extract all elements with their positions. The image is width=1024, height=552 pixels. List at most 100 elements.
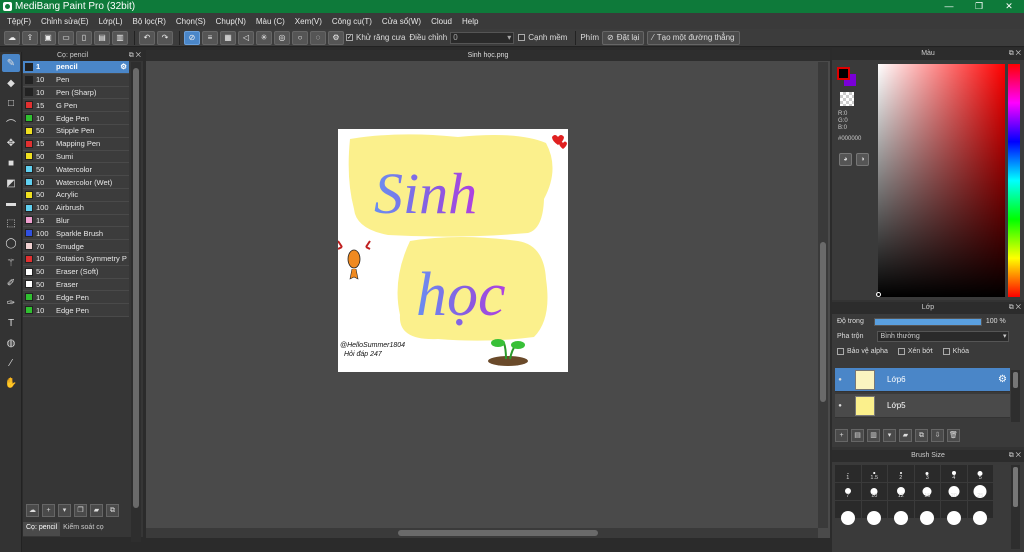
layer-row[interactable]: ● Lớp5	[835, 394, 1010, 418]
brush-item[interactable]: 15 Blur	[23, 214, 129, 228]
palette-icon[interactable]: ◕	[839, 153, 852, 166]
scroll-thumb[interactable]	[133, 68, 139, 508]
circle-snap-icon[interactable]: ○	[292, 30, 308, 45]
brush-size-cell[interactable]: 10	[861, 483, 887, 500]
menu-layer[interactable]: Lớp(L)	[99, 17, 123, 26]
tab-brush[interactable]: Cọ: pencil	[23, 522, 61, 536]
move-tool-icon[interactable]: ✥	[2, 134, 20, 152]
layer-menu-icon[interactable]: ▾	[883, 429, 896, 442]
eyedropper-icon[interactable]: ⁄	[2, 354, 20, 372]
menu-select[interactable]: Chọn(S)	[176, 17, 206, 26]
new-document-icon[interactable]: ▯	[76, 30, 92, 45]
menu-view[interactable]: Xem(V)	[295, 17, 322, 26]
menu-color[interactable]: Màu (C)	[256, 17, 285, 26]
new-1bit-layer-icon[interactable]: ▥	[867, 429, 880, 442]
artboard[interactable]: Sinh học @HelloSummer1804 Hỏi đáp 247	[338, 129, 568, 372]
antialias-checkbox[interactable]: ✓ Khử răng cưa	[346, 33, 405, 42]
vanishing-snap-icon[interactable]: ◁	[238, 30, 254, 45]
undo-icon[interactable]: ↶	[139, 30, 155, 45]
color-marker[interactable]	[876, 292, 881, 297]
brush-size-cell[interactable]: 20	[941, 483, 967, 500]
blend-mode-select[interactable]: Bình thường	[877, 331, 1010, 342]
brush-size-cell[interactable]	[861, 501, 887, 525]
menu-window[interactable]: Cửa sổ(W)	[382, 17, 421, 26]
reset-button[interactable]: ⊘ Đặt lại	[602, 30, 645, 45]
brush-size-cell[interactable]: 1.5	[861, 465, 887, 482]
panel-controls-icon[interactable]: ⧉ ✕	[1009, 450, 1021, 462]
brush-item[interactable]: 1 pencil ⚙	[23, 61, 129, 74]
minimize-button[interactable]: —	[934, 0, 964, 13]
hand-tool-icon[interactable]: ✋	[2, 374, 20, 392]
canvas-horizontal-scrollbar[interactable]	[146, 528, 818, 538]
brush-size-cell[interactable]: 25	[967, 483, 993, 500]
duplicate-icon[interactable]: ⧉	[106, 503, 119, 517]
panel-controls-icon[interactable]: ⧉ ✕	[1009, 302, 1021, 314]
dot-tool-icon[interactable]: □	[2, 94, 20, 112]
protect-alpha-checkbox[interactable]: Bảo vệ alpha	[837, 348, 888, 355]
divide-tool-icon[interactable]: ◍	[2, 334, 20, 352]
brush-item[interactable]: 50 Eraser	[23, 278, 129, 292]
menu-edit[interactable]: Chỉnh sửa(E)	[41, 17, 89, 26]
snap-settings-icon[interactable]: ⚙	[328, 30, 344, 45]
panel-controls-icon[interactable]: ⧉ ✕	[1009, 48, 1021, 60]
menu-snap[interactable]: Chụp(N)	[216, 17, 246, 26]
brush-size-cell[interactable]	[914, 501, 940, 525]
menu-help[interactable]: Help	[462, 17, 478, 26]
cloud-brush-icon[interactable]: ☁	[26, 503, 39, 517]
foreground-color-swatch[interactable]	[837, 67, 850, 80]
scroll-thumb[interactable]	[820, 242, 826, 402]
duplicate-icon[interactable]: ⧉	[915, 429, 928, 442]
gear-icon[interactable]: ⚙	[998, 374, 1007, 385]
brush-size-cell[interactable]: 5	[967, 465, 993, 482]
canvas-vertical-scrollbar[interactable]	[818, 62, 828, 528]
lock-checkbox[interactable]: Khóa	[942, 348, 969, 355]
comment-icon[interactable]: ▭	[58, 30, 74, 45]
upload-icon[interactable]: ⇪	[22, 30, 38, 45]
new-layer-icon[interactable]: +	[835, 429, 848, 442]
brush-item[interactable]: 10 Pen (Sharp)	[23, 86, 129, 100]
layer-scrollbar[interactable]	[1011, 370, 1020, 422]
menu-tools[interactable]: Công cụ(T)	[332, 17, 372, 26]
brush-item[interactable]: 50 Sumi	[23, 150, 129, 164]
adjust-select[interactable]: 0	[450, 31, 515, 44]
brush-item[interactable]: 10 Edge Pen	[23, 112, 129, 125]
brush-size-cell[interactable]	[835, 501, 861, 525]
brush-item[interactable]: 15 Mapping Pen	[23, 137, 129, 151]
brush-item[interactable]: 50 Watercolor	[23, 163, 129, 177]
visibility-icon[interactable]: ●	[835, 403, 845, 409]
grid-snap-icon[interactable]: ▦	[220, 30, 236, 45]
brush-size-cell[interactable]: 4	[941, 465, 967, 482]
brush-item[interactable]: 50 Eraser (Soft)	[23, 265, 129, 279]
text-tool-icon[interactable]: T	[2, 314, 20, 332]
hue-slider[interactable]	[1008, 64, 1020, 297]
brush-size-cell[interactable]	[888, 501, 914, 525]
panel-controls-icon[interactable]: ⧉ ✕	[129, 50, 141, 61]
magic-wand-icon[interactable]: ⚚	[2, 254, 20, 272]
visibility-icon[interactable]: ●	[835, 377, 845, 383]
menu-filter[interactable]: Bộ lọc(R)	[133, 17, 166, 26]
brush-item[interactable]: 10 Rotation Symmetry P	[23, 252, 129, 266]
brush-size-cell[interactable]	[967, 501, 993, 525]
brush-size-cell[interactable]: 12	[888, 483, 914, 500]
clipping-checkbox[interactable]: Xén bớt	[897, 348, 933, 355]
scroll-thumb[interactable]	[1013, 467, 1018, 507]
radial-snap-icon[interactable]: ✳	[256, 30, 272, 45]
bucket-tool-icon[interactable]: ◩	[2, 174, 20, 192]
brush-menu-icon[interactable]: ▾	[58, 503, 71, 517]
make-line-button[interactable]: ⁄ Tạo một đường thẳng	[647, 30, 740, 45]
brush-item[interactable]: 10 Edge Pen	[23, 304, 129, 317]
snap-off-icon[interactable]: ⊘	[184, 30, 200, 45]
brush-size-cell[interactable]: 15	[914, 483, 940, 500]
brush-size-cell[interactable]	[941, 501, 967, 525]
brush-size-cell[interactable]: 3	[914, 465, 940, 482]
brush-item[interactable]: 10 Pen	[23, 73, 129, 87]
select-pen-icon[interactable]: ✐	[2, 274, 20, 292]
brush-select-icon[interactable]: ⌒	[2, 114, 20, 132]
lasso-tool-icon[interactable]: ◯	[2, 234, 20, 252]
brush-size-scrollbar[interactable]	[1011, 465, 1020, 549]
redo-icon[interactable]: ↷	[157, 30, 173, 45]
scroll-thumb[interactable]	[1013, 372, 1018, 388]
tab-brush-control[interactable]: Kiểm soát cọ	[60, 522, 106, 536]
trash-icon[interactable]: 🗑	[947, 429, 960, 442]
brush-item[interactable]: 10 Watercolor (Wet)	[23, 176, 129, 189]
